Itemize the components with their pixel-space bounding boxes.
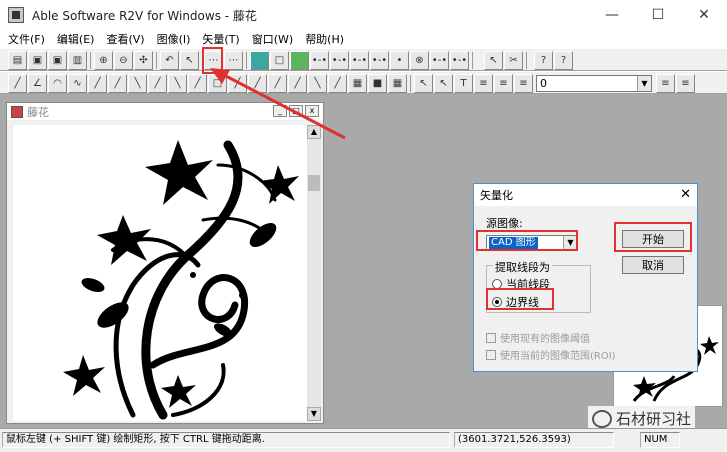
layer-select[interactable]: 0 ▼ bbox=[536, 75, 652, 92]
edit-line-icon-3[interactable]: ╲ bbox=[128, 74, 147, 93]
document-icon bbox=[11, 105, 23, 118]
status-num: NUM bbox=[640, 432, 680, 448]
radio-boundary-dot[interactable] bbox=[492, 297, 502, 307]
help-pointer-icon[interactable]: ? bbox=[554, 51, 573, 70]
layer-select-value: 0 bbox=[540, 77, 547, 90]
menu-vector[interactable]: 矢量(T) bbox=[202, 31, 239, 47]
checkbox-use-threshold[interactable]: 使用现有的图像阈值 bbox=[486, 330, 590, 345]
pick-arrow-icon-2[interactable]: ↖ bbox=[434, 74, 453, 93]
status-bar: 鼠标左键 (+ SHIFT 键) 绘制矩形, 按下 CTRL 键拖动距离. (3… bbox=[0, 428, 727, 452]
chevron-down-icon[interactable]: ▼ bbox=[563, 236, 577, 250]
app-icon bbox=[8, 7, 24, 23]
vectorize-dialog: 矢量化 ✕ 源图像: CAD 图形 ▼ 提取线段为 当前线段 边界线 使用现有的… bbox=[473, 183, 698, 372]
document-title: 藤花 bbox=[27, 105, 49, 119]
cancel-button[interactable]: 取消 bbox=[622, 256, 684, 274]
vertical-scrollbar[interactable]: ▲ ▼ bbox=[307, 125, 321, 421]
menu-view[interactable]: 查看(V) bbox=[106, 31, 144, 47]
dialog-close-icon[interactable]: ✕ bbox=[680, 187, 691, 202]
draw-arc-icon[interactable]: ◠ bbox=[48, 74, 67, 93]
pick-arrow-icon[interactable]: ↖ bbox=[414, 74, 433, 93]
menu-bar: 文件(F) 编辑(E) 查看(V) 图像(I) 矢量(T) 窗口(W) 帮助(H… bbox=[0, 30, 727, 48]
draw-curve-icon[interactable]: ∿ bbox=[68, 74, 87, 93]
node-tool-icon-2[interactable]: •-• bbox=[450, 51, 469, 70]
checkbox-use-threshold-label: 使用现有的图像阈值 bbox=[500, 334, 590, 345]
edit-line-icon[interactable]: ╱ bbox=[88, 74, 107, 93]
checkbox-use-threshold-box[interactable] bbox=[486, 332, 496, 343]
radio-boundary-line[interactable]: 边界线 bbox=[492, 294, 539, 310]
help-query-icon[interactable]: ? bbox=[534, 51, 553, 70]
node-icon[interactable]: • bbox=[390, 51, 409, 70]
grid-icon-2[interactable]: ▦ bbox=[388, 74, 407, 93]
scrollbar-thumb[interactable] bbox=[308, 175, 320, 191]
minimize-button[interactable]: — bbox=[589, 0, 635, 30]
fill-rect-icon[interactable]: ■ bbox=[368, 74, 387, 93]
source-image-label: 源图像: bbox=[486, 217, 523, 230]
toolbar-separator bbox=[410, 75, 411, 92]
floral-vine-image bbox=[63, 140, 299, 420]
toolbar-separator bbox=[526, 52, 527, 69]
toolbar-separator bbox=[156, 52, 157, 69]
source-image-select[interactable]: CAD 图形 ▼ bbox=[486, 235, 578, 251]
extract-lines-label: 提取线段为 bbox=[493, 259, 552, 275]
scroll-down-icon[interactable]: ▼ bbox=[307, 407, 321, 421]
align-icon[interactable]: ≡ bbox=[474, 74, 493, 93]
radio-boundary-label: 边界线 bbox=[506, 296, 539, 309]
title-bar: Able Software R2V for Windows - 藤花 — ☐ ✕ bbox=[0, 0, 727, 30]
open-icon[interactable]: ▤ bbox=[8, 51, 27, 70]
source-image-value: CAD 图形 bbox=[489, 237, 538, 249]
print-icon[interactable]: ▥ bbox=[68, 51, 87, 70]
toolbar-separator bbox=[90, 52, 91, 69]
start-button[interactable]: 开始 bbox=[622, 230, 684, 248]
annotation-arrow bbox=[210, 68, 346, 140]
delete-node-icon[interactable]: ⊗ bbox=[410, 51, 429, 70]
watermark-text: 石材研习社 bbox=[616, 410, 692, 428]
edit-line-icon-4[interactable]: ╱ bbox=[148, 74, 167, 93]
line-style-icon[interactable]: ≡ bbox=[656, 74, 675, 93]
draw-line-icon[interactable]: ╱ bbox=[8, 74, 27, 93]
radio-current-line[interactable]: 当前线段 bbox=[492, 276, 550, 292]
save-icon[interactable]: ▣ bbox=[28, 51, 47, 70]
pick-point-icon[interactable]: ↖ bbox=[484, 51, 503, 70]
node-tool-icon[interactable]: •-• bbox=[430, 51, 449, 70]
document-window[interactable]: 藤花 _ □ x ▲ ▼ bbox=[6, 102, 324, 424]
zoom-in-icon[interactable]: ⊕ bbox=[94, 51, 113, 70]
checkbox-use-roi[interactable]: 使用当前的图像范围(ROI) bbox=[486, 347, 616, 362]
status-coordinates: (3601.3721,526.3593) bbox=[454, 432, 614, 448]
chevron-down-icon[interactable]: ▼ bbox=[637, 76, 651, 91]
zoom-out-icon[interactable]: ⊖ bbox=[114, 51, 133, 70]
status-hint: 鼠标左键 (+ SHIFT 键) 绘制矩形, 按下 CTRL 键拖动距离. bbox=[2, 432, 450, 448]
line-width-icon[interactable]: ≡ bbox=[676, 74, 695, 93]
menu-edit[interactable]: 编辑(E) bbox=[57, 31, 95, 47]
menu-image[interactable]: 图像(I) bbox=[157, 31, 191, 47]
image-canvas[interactable] bbox=[13, 125, 307, 421]
draw-polyline-icon[interactable]: ∠ bbox=[28, 74, 47, 93]
edit-line-icon-2[interactable]: ╱ bbox=[108, 74, 127, 93]
select-arrow-icon[interactable]: ↖ bbox=[180, 51, 199, 70]
cut-line-icon[interactable]: ✂ bbox=[504, 51, 523, 70]
menu-window[interactable]: 窗口(W) bbox=[252, 31, 293, 47]
toolbar-separator bbox=[472, 52, 473, 69]
window-title: Able Software R2V for Windows - 藤花 bbox=[32, 8, 257, 23]
dialog-title: 矢量化 bbox=[480, 189, 513, 202]
line-node-icon-4[interactable]: •-• bbox=[370, 51, 389, 70]
text-icon[interactable]: T bbox=[454, 74, 473, 93]
pan-icon[interactable]: ✣ bbox=[134, 51, 153, 70]
radio-current-dot[interactable] bbox=[492, 279, 502, 289]
menu-help[interactable]: 帮助(H) bbox=[305, 31, 344, 47]
close-button[interactable]: ✕ bbox=[681, 0, 727, 30]
maximize-button[interactable]: ☐ bbox=[635, 0, 681, 30]
undo-icon[interactable]: ↶ bbox=[160, 51, 179, 70]
radio-current-label: 当前线段 bbox=[506, 278, 550, 291]
wechat-icon bbox=[592, 409, 612, 428]
align-icon-2[interactable]: ≡ bbox=[494, 74, 513, 93]
edit-line-icon-5[interactable]: ╲ bbox=[168, 74, 187, 93]
menu-file[interactable]: 文件(F) bbox=[8, 31, 45, 47]
align-icon-3[interactable]: ≡ bbox=[514, 74, 533, 93]
edit-toolbar: ╱ ∠ ◠ ∿ ╱ ╱ ╲ ╱ ╲ ╱ □ ╱ ╱ ╱ ╱ ╲ ╱ ▦ ■ ▦ … bbox=[0, 71, 727, 94]
checkbox-use-roi-label: 使用当前的图像范围(ROI) bbox=[500, 351, 616, 362]
dialog-title-bar[interactable]: 矢量化 bbox=[474, 184, 697, 206]
save-as-icon[interactable]: ▣ bbox=[48, 51, 67, 70]
checkbox-use-roi-box[interactable] bbox=[486, 349, 496, 360]
main-toolbar: ▤ ▣ ▣ ▥ ⊕ ⊖ ✣ ↶ ↖ ⋯ ⋯ □ •-• •-• •-• •-• … bbox=[0, 48, 727, 71]
